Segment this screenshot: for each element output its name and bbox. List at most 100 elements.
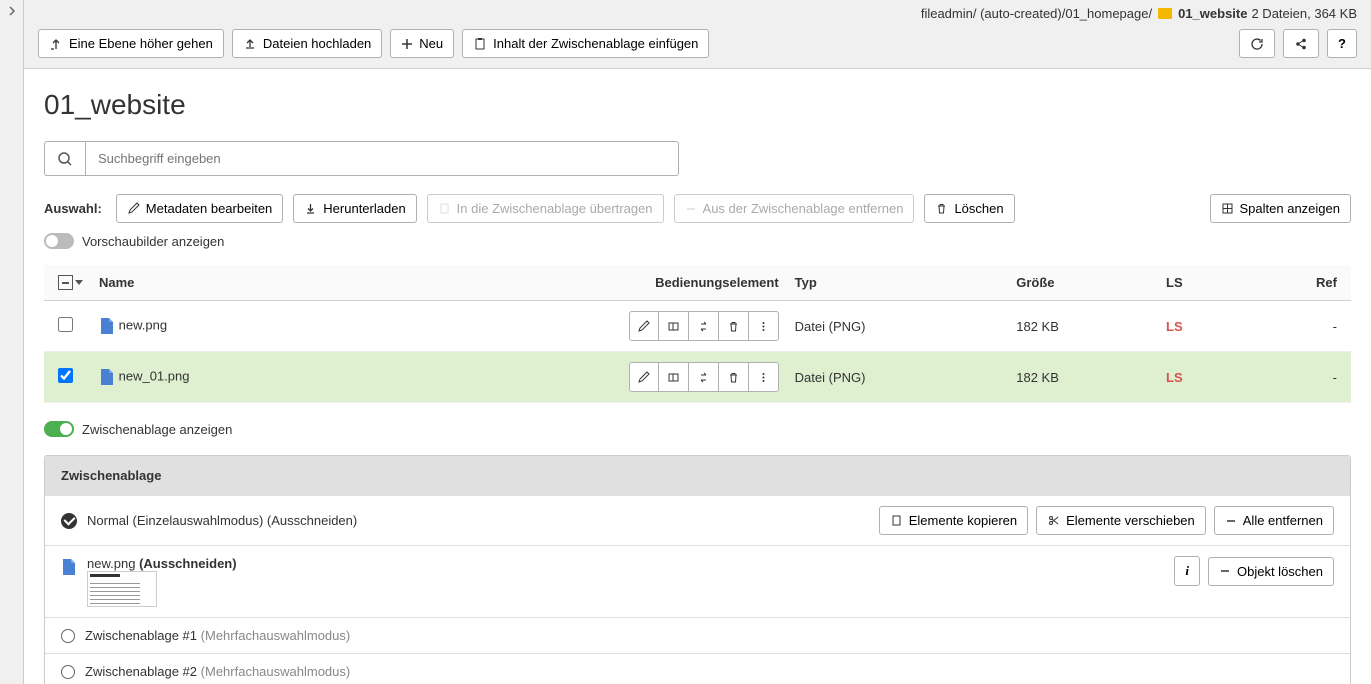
download-label: Herunterladen [323, 201, 405, 216]
col-type[interactable]: Typ [787, 265, 1009, 301]
clip-item-name: new.png [87, 556, 135, 571]
clipboard-toggle-wrap: Zwischenablage anzeigen [44, 421, 1351, 437]
copy-label: Elemente kopieren [909, 513, 1017, 528]
clipboard-in-icon [438, 202, 451, 215]
minus-icon [685, 203, 697, 215]
table-row[interactable]: new.png Datei (PNG) 18 [44, 301, 1351, 352]
delete-object-button[interactable]: Objekt löschen [1208, 557, 1334, 586]
share-button[interactable] [1283, 29, 1319, 58]
more-action[interactable] [749, 311, 779, 341]
edit-metadata-label: Metadaten bearbeiten [146, 201, 272, 216]
col-ctrl: Bedienungselement [363, 265, 787, 301]
minus-icon [1219, 565, 1231, 577]
columns-label: Spalten anzeigen [1240, 201, 1340, 216]
remove-all-button[interactable]: Alle entfernen [1214, 506, 1334, 535]
help-button[interactable]: ? [1327, 29, 1357, 58]
clipboard-normal-row[interactable]: Normal (Einzelauswahlmodus) (Ausschneide… [45, 495, 1350, 545]
file-name[interactable]: new.png [119, 317, 167, 332]
delete-label: Löschen [954, 201, 1003, 216]
clipboard-title: Zwischenablage [45, 456, 1350, 495]
download-button[interactable]: Herunterladen [293, 194, 416, 223]
from-clip-label: Aus der Zwischenablage entfernen [703, 201, 904, 216]
trash-icon [935, 202, 948, 215]
row-checkbox[interactable] [58, 368, 73, 383]
rename-action[interactable] [659, 362, 689, 392]
search-wrap [44, 141, 679, 176]
replace-action[interactable] [689, 362, 719, 392]
file-name[interactable]: new_01.png [119, 368, 190, 383]
arrow-up-icon [49, 37, 63, 51]
pencil-icon [637, 371, 650, 384]
upload-button[interactable]: Dateien hochladen [232, 29, 382, 58]
col-size[interactable]: Größe [1008, 265, 1158, 301]
file-table: Name Bedienungselement Typ Größe LS Ref … [44, 265, 1351, 403]
new-button[interactable]: Neu [390, 29, 454, 58]
upload-icon [243, 37, 257, 51]
selection-label: Auswahl: [44, 201, 102, 216]
pad-label: Zwischenablage #1 [85, 628, 197, 643]
clipboard-pad-2[interactable]: Zwischenablage #2 (Mehrfachauswahlmodus) [45, 653, 1350, 684]
file-image-icon [99, 368, 115, 386]
radio-icon[interactable] [61, 629, 75, 643]
delete-action[interactable] [719, 362, 749, 392]
delete-button[interactable]: Löschen [924, 194, 1014, 223]
col-ls: LS [1158, 265, 1241, 301]
refresh-icon [1250, 37, 1264, 51]
file-ref: - [1241, 352, 1351, 403]
row-actions [629, 311, 779, 341]
delete-object-label: Objekt löschen [1237, 564, 1323, 579]
rename-icon [667, 371, 680, 384]
file-image-icon [99, 317, 115, 335]
ls-badge: LS [1166, 319, 1183, 334]
share-icon [1294, 37, 1308, 51]
select-dropdown[interactable] [75, 280, 83, 285]
plus-icon [401, 38, 413, 50]
col-name[interactable]: Name [91, 265, 363, 301]
ls-badge: LS [1166, 370, 1183, 385]
chevron-right-icon[interactable] [7, 6, 17, 16]
paste-clipboard-button[interactable]: Inhalt der Zwischenablage einfügen [462, 29, 709, 58]
breadcrumb-path[interactable]: fileadmin/ (auto-created)/01_homepage/ [921, 6, 1152, 21]
file-size: 182 KB [1008, 352, 1158, 403]
clipboard-paste-icon [473, 37, 487, 51]
move-elements-button[interactable]: Elemente verschieben [1036, 506, 1206, 535]
thumbnails-label: Vorschaubilder anzeigen [82, 234, 224, 249]
delete-action[interactable] [719, 311, 749, 341]
columns-icon [1221, 202, 1234, 215]
clipboard-toggle[interactable] [44, 421, 74, 437]
download-icon [304, 202, 317, 215]
clipboard-item: new.png (Ausschneiden) i Objekt löschen [45, 545, 1350, 617]
copy-elements-button[interactable]: Elemente kopieren [879, 506, 1028, 535]
edit-action[interactable] [629, 311, 659, 341]
row-actions [629, 362, 779, 392]
refresh-button[interactable] [1239, 29, 1275, 58]
info-button[interactable]: i [1174, 556, 1200, 586]
col-ref: Ref [1241, 265, 1351, 301]
search-button[interactable] [44, 141, 85, 176]
edit-metadata-button[interactable]: Metadaten bearbeiten [116, 194, 283, 223]
clipboard-pad-1[interactable]: Zwischenablage #1 (Mehrfachauswahlmodus) [45, 617, 1350, 653]
pad-label: Zwischenablage #2 [85, 664, 197, 679]
file-size: 182 KB [1008, 301, 1158, 352]
replace-action[interactable] [689, 311, 719, 341]
edit-action[interactable] [629, 362, 659, 392]
search-input[interactable] [85, 141, 679, 176]
pencil-icon [127, 202, 140, 215]
radio-icon[interactable] [61, 665, 75, 679]
level-up-label: Eine Ebene höher gehen [69, 36, 213, 51]
thumbnails-toggle[interactable] [44, 233, 74, 249]
rename-action[interactable] [659, 311, 689, 341]
paste-label: Inhalt der Zwischenablage einfügen [493, 36, 698, 51]
columns-button[interactable]: Spalten anzeigen [1210, 194, 1351, 223]
folder-icon [1158, 8, 1172, 19]
level-up-button[interactable]: Eine Ebene höher gehen [38, 29, 224, 58]
left-rail [0, 0, 24, 684]
breadcrumb-summary: 2 Dateien, 364 KB [1251, 6, 1357, 21]
select-all-checkbox[interactable] [58, 275, 73, 290]
file-ref: - [1241, 301, 1351, 352]
row-checkbox[interactable] [58, 317, 73, 332]
table-row[interactable]: new_01.png Datei (PNG) [44, 352, 1351, 403]
question-icon: ? [1338, 36, 1346, 51]
minus-icon [1225, 515, 1237, 527]
more-action[interactable] [749, 362, 779, 392]
